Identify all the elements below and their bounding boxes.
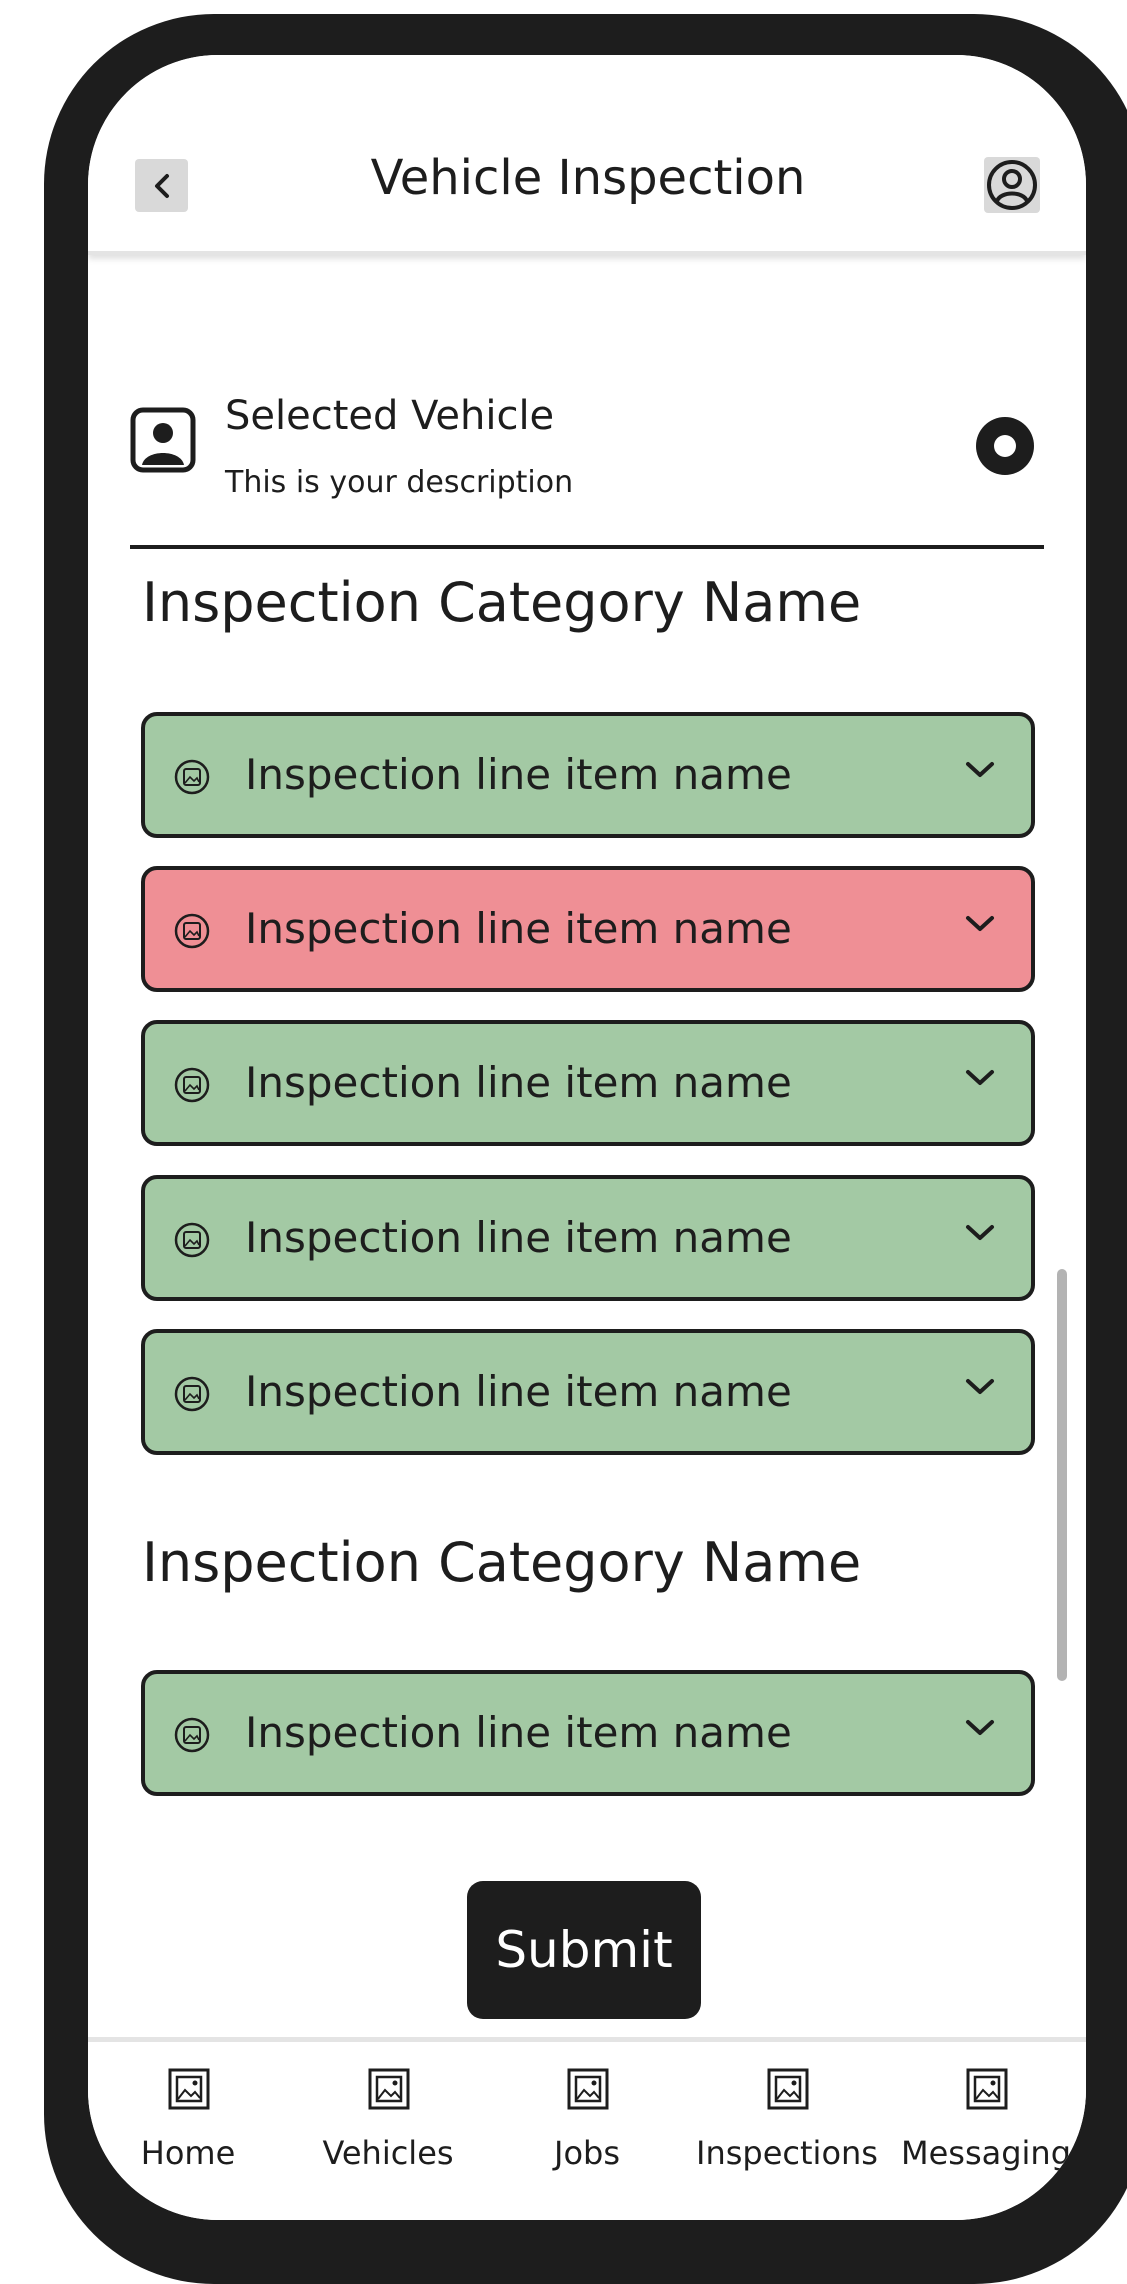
image-icon [174, 913, 210, 949]
selected-vehicle-row[interactable]: Selected Vehicle This is your descriptio… [130, 325, 1044, 549]
line-item[interactable]: Inspection line item name [141, 1020, 1035, 1146]
nav-item-inspections[interactable]: Inspections [687, 2042, 887, 2220]
line-item-label: Inspection line item name [245, 750, 792, 799]
image-icon [567, 2068, 609, 2110]
image-icon [174, 1222, 210, 1258]
nav-item-vehicles[interactable]: Vehicles [288, 2042, 488, 2220]
submit-button[interactable]: Submit [467, 1881, 701, 2019]
image-icon [767, 2068, 809, 2110]
image-icon [174, 1717, 210, 1753]
nav-label: Jobs [554, 2134, 620, 2172]
nav-item-jobs[interactable]: Jobs [487, 2042, 687, 2220]
user-circle-icon [987, 160, 1037, 210]
nav-item-home[interactable]: Home [88, 2042, 288, 2220]
nav-label: Vehicles [322, 2134, 454, 2172]
vehicle-radio-button[interactable] [976, 417, 1034, 475]
nav-label: Inspections [696, 2134, 878, 2172]
scrollbar[interactable] [1057, 1269, 1067, 1681]
line-item-label: Inspection line item name [245, 1367, 792, 1416]
line-item[interactable]: Inspection line item name [141, 712, 1035, 838]
divider [130, 545, 1044, 549]
image-icon [168, 2068, 210, 2110]
chevron-down-icon[interactable] [963, 1716, 997, 1740]
image-icon [174, 759, 210, 795]
nav-label: Messaging [900, 2134, 1072, 2172]
chevron-down-icon[interactable] [963, 1221, 997, 1245]
line-item[interactable]: Inspection line item name [141, 1329, 1035, 1455]
page-title: Vehicle Inspection [370, 150, 806, 206]
user-square-icon [130, 407, 196, 473]
vehicle-title: Selected Vehicle [225, 393, 555, 439]
vehicle-description: This is your description [225, 465, 574, 500]
image-icon [368, 2068, 410, 2110]
chevron-down-icon[interactable] [963, 1375, 997, 1399]
line-item-label: Inspection line item name [245, 1058, 792, 1107]
chevron-down-icon[interactable] [963, 912, 997, 936]
category-title: Inspection Category Name [142, 1531, 862, 1594]
nav-item-messaging[interactable]: Messaging [886, 2042, 1086, 2220]
line-item-label: Inspection line item name [245, 904, 792, 953]
image-icon [966, 2068, 1008, 2110]
line-item-label: Inspection line item name [245, 1708, 792, 1757]
nav-label: Home [140, 2134, 236, 2172]
chevron-down-icon[interactable] [963, 1066, 997, 1090]
screen: Vehicle Inspection Selected Vehicle This… [88, 55, 1086, 2220]
image-icon [174, 1376, 210, 1412]
image-icon [174, 1067, 210, 1103]
bottom-nav: Home Vehicles Jobs Inspections Messaging [88, 2037, 1086, 2220]
line-item[interactable]: Inspection line item name [141, 866, 1035, 992]
line-item[interactable]: Inspection line item name [141, 1670, 1035, 1796]
profile-button[interactable] [984, 157, 1040, 213]
chevron-down-icon[interactable] [963, 758, 997, 782]
app-header: Vehicle Inspection [88, 55, 1086, 255]
line-item-label: Inspection line item name [245, 1213, 792, 1262]
category-title: Inspection Category Name [142, 571, 862, 634]
line-item[interactable]: Inspection line item name [141, 1175, 1035, 1301]
